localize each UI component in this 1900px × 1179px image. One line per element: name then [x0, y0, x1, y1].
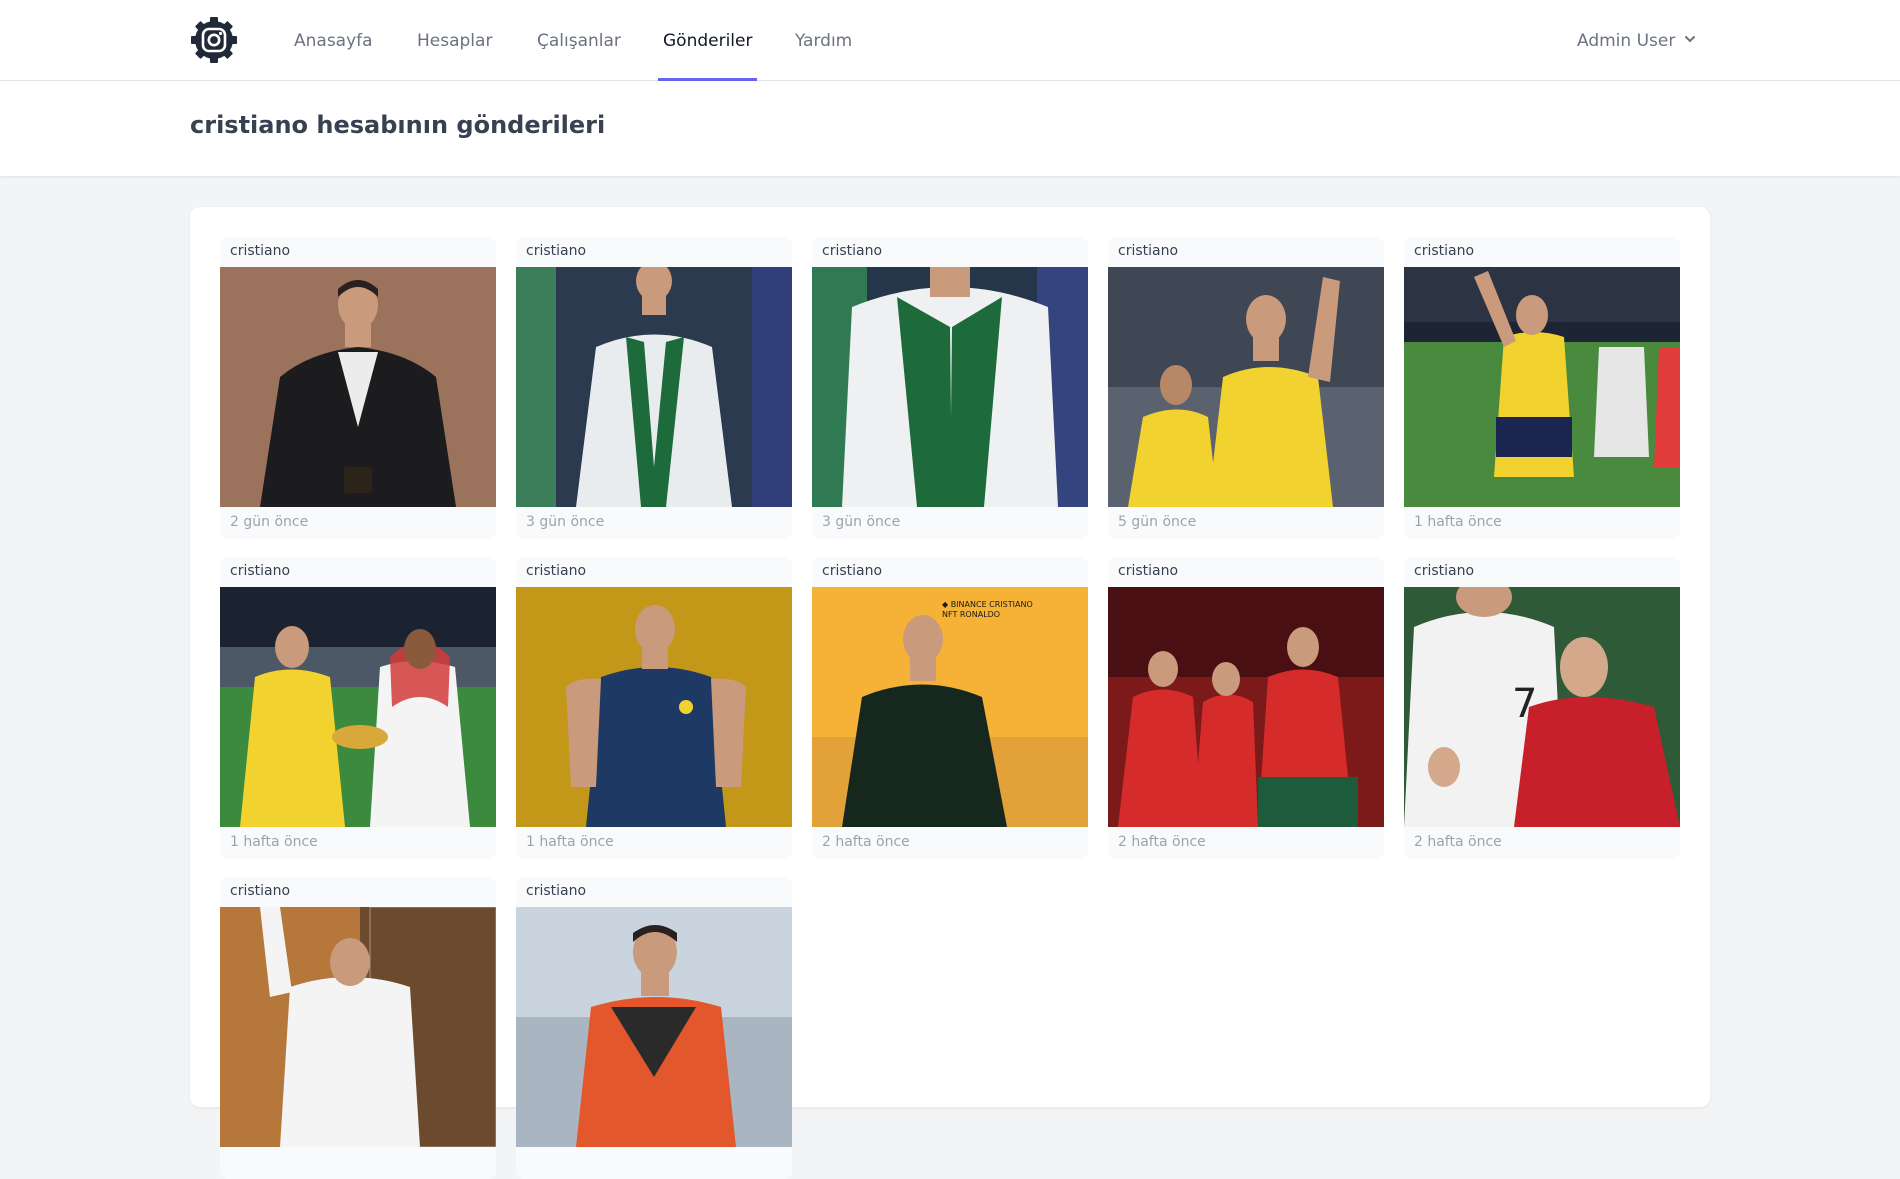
post-image[interactable] — [220, 907, 496, 1147]
post-card[interactable]: cristiano — [516, 877, 792, 1179]
post-card[interactable]: cristiano — [220, 877, 496, 1179]
post-card[interactable]: cristiano 2 gün önce — [220, 237, 496, 539]
svg-text:7: 7 — [1512, 681, 1537, 727]
post-username: cristiano — [1118, 243, 1179, 259]
post-time: 2 hafta önce — [1414, 834, 1502, 850]
post-time: 3 gün önce — [526, 514, 605, 530]
posts-panel: cristiano 2 gün önce cristiano 3 gün önc… — [190, 207, 1710, 1179]
post-username: cristiano — [1414, 243, 1475, 259]
chevron-down-icon — [1683, 31, 1697, 51]
post-card[interactable]: cristiano 1 hafta önce — [1404, 237, 1680, 539]
nav-item-anasayfa[interactable]: Anasayfa — [294, 0, 373, 81]
post-image[interactable] — [516, 267, 792, 507]
post-username: cristiano — [230, 563, 291, 579]
post-time: 2 hafta önce — [822, 834, 910, 850]
nav-item-calisanlar[interactable]: Çalışanlar — [537, 0, 621, 81]
post-image[interactable] — [516, 587, 792, 827]
post-image[interactable] — [220, 267, 496, 507]
post-time: 5 gün önce — [1118, 514, 1197, 530]
post-card[interactable]: cristiano 5 gün önce — [1108, 237, 1384, 539]
post-time: 3 gün önce — [822, 514, 901, 530]
page-header: cristiano hesabının gönderileri — [0, 81, 1900, 176]
post-image[interactable] — [220, 587, 496, 827]
post-image[interactable] — [812, 267, 1088, 507]
post-card[interactable]: cristiano 3 gün önce — [516, 237, 792, 539]
post-username: cristiano — [822, 243, 883, 259]
post-username: cristiano — [822, 563, 883, 579]
svg-text:◆ BINANCE CRISTIANO: ◆ BINANCE CRISTIANO — [942, 600, 1033, 609]
post-image[interactable] — [1108, 587, 1384, 827]
post-username: cristiano — [1414, 563, 1475, 579]
post-card[interactable]: cristiano 1 hafta önce — [220, 557, 496, 859]
nav-item-yardim[interactable]: Yardım — [795, 0, 852, 81]
nav-item-gonderiler[interactable]: Gönderiler — [658, 0, 758, 81]
post-username: cristiano — [526, 883, 587, 899]
nav-item-hesaplar[interactable]: Hesaplar — [417, 0, 492, 81]
post-image[interactable]: 7 — [1404, 587, 1680, 827]
page-title: cristiano hesabının gönderileri — [190, 111, 606, 139]
post-time: 1 hafta önce — [526, 834, 614, 850]
post-image[interactable] — [516, 907, 792, 1147]
post-username: cristiano — [526, 563, 587, 579]
post-time: 1 hafta önce — [230, 834, 318, 850]
post-image[interactable] — [1404, 267, 1680, 507]
post-time: 1 hafta önce — [1414, 514, 1502, 530]
top-navigation: Anasayfa Hesaplar Çalışanlar Gönderiler … — [0, 0, 1900, 81]
svg-text:NFT RONALDO: NFT RONALDO — [942, 610, 1000, 619]
post-card[interactable]: cristiano 1 hafta önce — [516, 557, 792, 859]
user-menu-button[interactable]: Admin User — [1577, 0, 1697, 81]
post-card[interactable]: cristiano 2 hafta önce — [1108, 557, 1384, 859]
post-username: cristiano — [230, 883, 291, 899]
post-card[interactable]: cristiano ◆ BINANCE CRISTIANO NFT RONALD… — [812, 557, 1088, 859]
post-card[interactable]: cristiano 7 2 hafta önce — [1404, 557, 1680, 859]
post-image[interactable]: ◆ BINANCE CRISTIANO NFT RONALDO — [812, 587, 1088, 827]
post-time: 2 hafta önce — [1118, 834, 1206, 850]
user-name: Admin User — [1577, 30, 1676, 51]
instagram-gear-icon[interactable] — [189, 15, 239, 65]
post-image[interactable] — [1108, 267, 1384, 507]
post-card[interactable]: cristiano 3 gün önce — [812, 237, 1088, 539]
post-username: cristiano — [1118, 563, 1179, 579]
post-username: cristiano — [526, 243, 587, 259]
post-username: cristiano — [230, 243, 291, 259]
post-time: 2 gün önce — [230, 514, 309, 530]
